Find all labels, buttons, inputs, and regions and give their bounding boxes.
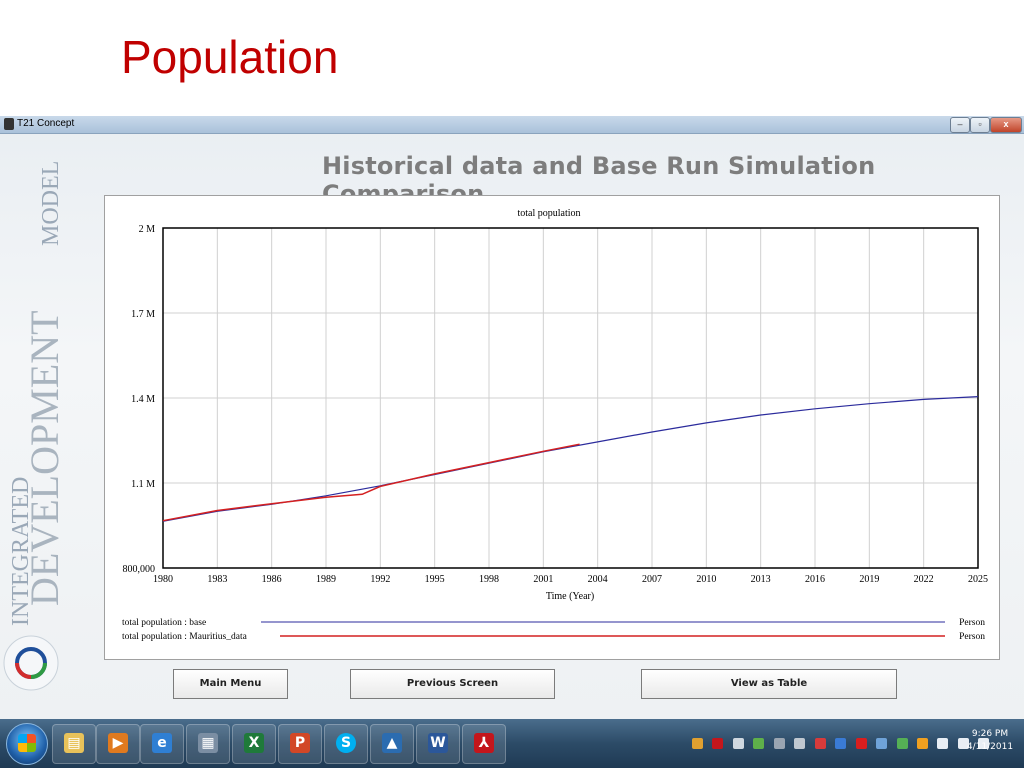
taskbar: ▤ ▶ e ▦ X P S ▲ W ⅄ 9:26 PM 4/11/2011 [0,719,1024,768]
tray-warning-icon[interactable] [916,738,928,750]
tray-acrobat-icon[interactable] [712,738,724,750]
powerpoint-icon: P [290,733,310,753]
x-tick-label: 2007 [642,574,662,585]
system-tray [692,735,994,751]
play-icon: ▶ [108,733,128,753]
logo-text-development: DEVELOPMENT [22,310,62,606]
tray-update-icon[interactable] [896,738,908,750]
skype-icon: S [336,733,356,753]
vensim-taskbar-button[interactable]: ▲ [370,724,414,764]
folder-icon: ▤ [64,733,84,753]
tray-speaker-icon[interactable] [814,738,826,750]
y-tick-label: 800,000 [123,564,156,575]
integrated-development-model-logo: INTEGRATED DEVELOPMENT MODEL [8,161,62,626]
x-tick-label: 2019 [859,574,879,585]
sustainability-emblem-icon [3,635,59,691]
tray-app-icon[interactable] [692,738,703,750]
clock-date: 4/11/2011 [966,742,1014,752]
app-window: T21 Concept – ▫ x INTEGRATED DEVELOPMENT… [0,116,1024,719]
media-player-taskbar-button[interactable]: ▶ [96,724,140,764]
chart-panel: total population 1980 1983 1986 1989 1992 199… [104,195,1000,660]
excel-icon: X [244,733,264,753]
x-tick-label: 2013 [751,574,771,585]
tray-monitor-icon[interactable] [876,738,888,750]
word-taskbar-button[interactable]: W [416,724,460,764]
view-as-table-button[interactable]: View as Table [641,669,897,699]
tray-status-icon[interactable] [855,738,867,750]
logo-text-model: MODEL [38,161,62,246]
app-icon [4,118,14,130]
close-button[interactable]: x [990,117,1022,133]
tray-usb-icon[interactable] [732,738,744,750]
y-tick-label: 2 M [139,224,156,235]
x-tick-label: 2025 [968,574,988,585]
vensim-icon: ▲ [382,733,402,753]
legend-label-data: total population : Mauritius_data [122,632,248,642]
word-icon: W [428,733,448,753]
y-tick-label: 1.7 M [131,309,155,320]
chart-series [162,396,979,522]
x-axis-label: Time (Year) [546,591,594,602]
tray-antivirus-icon[interactable] [794,738,806,750]
skype-taskbar-button[interactable]: S [324,724,368,764]
windows-explorer-taskbar-button[interactable]: ▤ [52,724,96,764]
excel-taskbar-button[interactable]: X [232,724,276,764]
tray-flag-icon[interactable] [937,738,949,750]
x-tick-label: 1989 [316,574,336,585]
calculator-icon: ▦ [198,733,218,753]
x-tick-label: 2010 [696,574,716,585]
y-tick-label: 1.4 M [131,394,155,405]
x-tick-label: 2001 [533,574,553,585]
calculator-taskbar-button[interactable]: ▦ [186,724,230,764]
start-button[interactable] [6,723,48,765]
legend-unit-data: Person [959,632,985,642]
x-tick-label: 1998 [479,574,499,585]
acrobat-taskbar-button[interactable]: ⅄ [462,724,506,764]
x-tick-label: 2022 [914,574,934,585]
main-menu-button[interactable]: Main Menu [173,669,288,699]
internet-explorer-taskbar-button[interactable]: e [140,724,184,764]
minimize-button[interactable]: – [950,117,970,133]
tray-bluetooth-icon[interactable] [835,738,847,750]
window-titlebar[interactable]: T21 Concept – ▫ x [0,116,1024,134]
x-tick-label: 1980 [153,574,173,585]
legend: total population : base Person total pop… [122,618,985,642]
population-chart: total population 1980 1983 1986 1989 1992 199… [122,208,988,642]
chart-grid [162,227,979,569]
x-tick-label: 2016 [805,574,825,585]
acrobat-icon: ⅄ [474,733,494,753]
powerpoint-taskbar-button[interactable]: P [278,724,322,764]
x-tick-label: 2004 [588,574,608,585]
chart-title: total population [517,208,580,219]
legend-label-base: total population : base [122,618,206,628]
y-tick-label: 1.1 M [131,479,155,490]
x-tick-label: 1983 [207,574,227,585]
x-tick-label: 1995 [425,574,445,585]
tray-display-icon[interactable] [773,738,785,750]
tray-network-icon[interactable] [753,738,765,750]
x-tick-label: 1992 [370,574,390,585]
taskbar-clock[interactable]: 9:26 PM 4/11/2011 [960,728,1020,754]
series-line-mauritius-data [162,443,580,522]
windows-logo-icon [18,734,36,752]
x-tick-label: 1986 [262,574,282,585]
slide-title: Population [121,31,339,83]
clock-time: 9:26 PM [971,729,1009,739]
previous-screen-button[interactable]: Previous Screen [350,669,555,699]
legend-unit-base: Person [959,618,985,628]
ie-icon: e [152,733,172,753]
window-title: T21 Concept [17,118,75,129]
maximize-button[interactable]: ▫ [970,117,990,133]
